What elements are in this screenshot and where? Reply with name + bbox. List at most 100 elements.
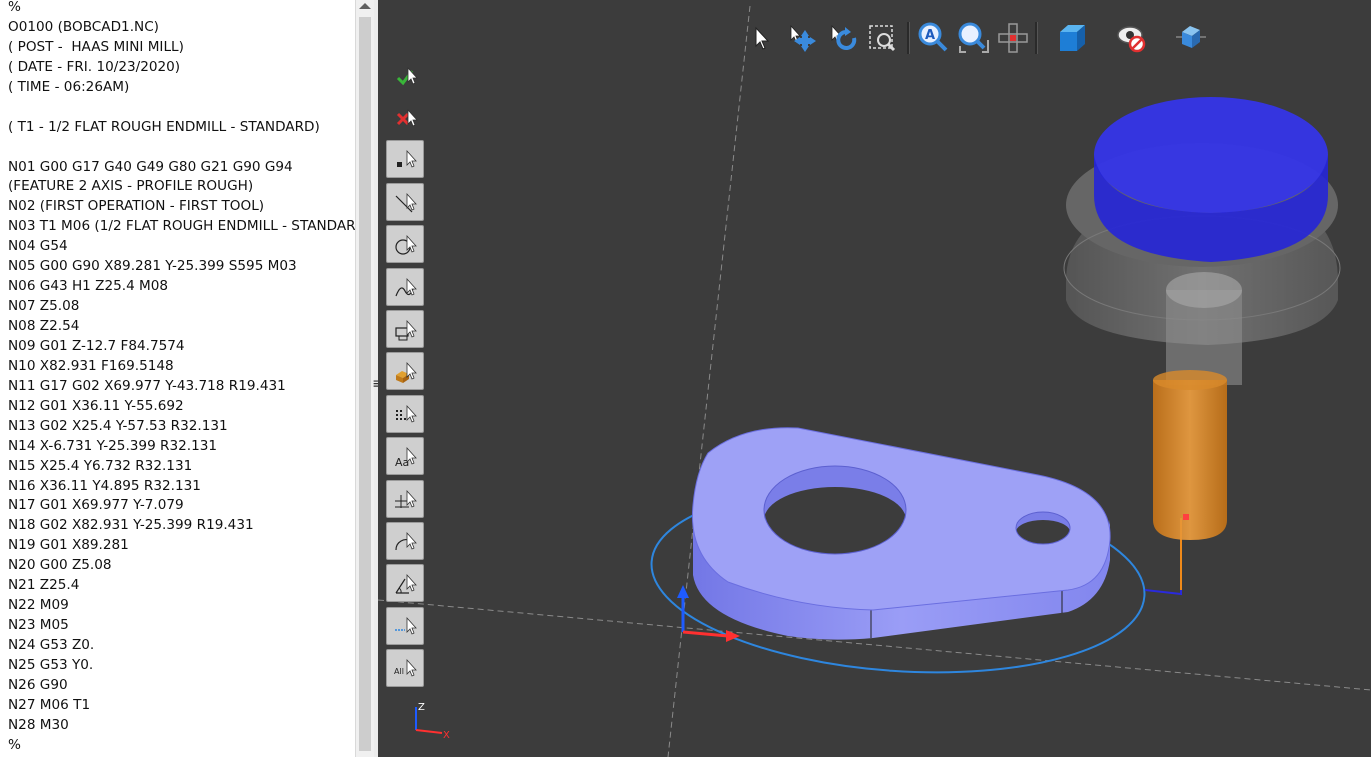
code-line: ( DATE - FRI. 10/23/2020) [8,58,181,75]
select-profile-button[interactable] [386,310,424,348]
code-line: N23 M05 [8,617,69,634]
select-point-button[interactable] [386,140,424,178]
reject-button[interactable] [386,100,424,138]
pan-button[interactable] [785,20,821,56]
select-angle-button[interactable] [386,564,424,602]
select-arrow-button[interactable] [744,20,780,56]
code-line: N26 G90 [8,676,68,693]
code-line: N06 G43 H1 Z25.4 M08 [8,278,169,295]
code-line: ( T1 - 1/2 FLAT ROUGH ENDMILL - STANDARD… [8,118,320,135]
zoom-window-button[interactable] [866,20,902,56]
axis-triad: Z X [415,702,450,741]
select-line-icon [395,192,417,213]
zoom-fit-button[interactable] [956,20,992,56]
select-dimension-icon [395,489,417,508]
code-line: N10 X82.931 F169.5148 [8,357,174,374]
select-text-icon: Aa [395,446,417,469]
toolbar-separator [907,22,910,54]
zoom-window-icon [869,25,896,52]
code-line: N20 G00 Z5.08 [8,557,112,574]
rotate-button[interactable] [826,20,862,56]
code-line: N09 G01 Z-12.7 F84.7574 [8,337,185,354]
toolbar-separator [1035,22,1038,54]
tool-marker [1183,514,1189,520]
scroll-up-icon[interactable] [359,3,371,9]
3d-viewport[interactable]: Aa All Z X A [378,0,1371,757]
select-all-button[interactable]: All [386,649,424,687]
code-line: N02 (FIRST OPERATION - FIRST TOOL) [8,198,265,215]
zoom-fit-icon [958,22,989,53]
code-line: N05 G00 G90 X89.281 Y-25.399 S595 M03 [8,258,297,275]
center-button[interactable] [995,20,1031,56]
nc-code-lines: % O0100 (BOBCAD1.NC) ( POST - HAAS MINI MI… [8,0,355,756]
code-line: N19 G01 X89.281 [8,537,129,554]
select-solid-button[interactable] [386,352,424,390]
svg-text:All: All [394,667,404,676]
select-circle-icon [395,234,417,255]
tool-cutter [1153,380,1227,540]
code-line: N28 M30 [8,716,69,733]
code-line: N15 X25.4 Y6.732 R32.131 [8,457,193,474]
select-curve-button[interactable] [386,268,424,306]
code-line: O0100 (BOBCAD1.NC) [8,18,159,35]
code-line: N22 M09 [8,597,69,614]
tool-holder-top [1094,97,1328,213]
accept-button[interactable] [386,58,424,96]
select-angle-icon [395,573,417,594]
code-line: N27 M06 T1 [8,696,91,713]
code-line: N11 G17 G02 X69.977 Y-43.718 R19.431 [8,377,286,394]
hide-button[interactable] [1114,20,1150,56]
view-cube-icon [1176,26,1206,48]
pan-icon [790,24,816,52]
code-line: N25 G53 Y0. [8,656,94,673]
zoom-button[interactable]: A [916,20,952,56]
select-all-icon: All [394,658,417,677]
code-line: % [8,0,21,15]
code-line: N16 X36.11 Y4.895 R32.131 [8,477,201,494]
center-icon [998,23,1028,53]
nc-code-editor[interactable]: % O0100 (BOBCAD1.NC) ( POST - HAAS MINI MI… [0,0,355,757]
zoom-icon: A [918,22,948,52]
code-line: N12 G01 X36.11 Y-55.692 [8,397,184,414]
code-line: N13 G02 X25.4 Y-57.53 R32.131 [8,417,228,434]
code-line: N03 T1 M06 (1/2 FLAT ROUGH ENDMILL - STA… [8,218,355,235]
accept-icon [396,66,418,86]
select-center-button[interactable] [386,607,424,645]
select-points-button[interactable] [386,395,424,433]
select-dimension-button[interactable] [386,480,424,518]
code-line: (FEATURE 2 AXIS - PROFILE ROUGH) [8,178,254,195]
code-line: N04 G54 [8,238,68,255]
select-circle-button[interactable] [386,225,424,263]
code-line: ( POST - HAAS MINI MILL) [8,38,184,55]
select-line-button[interactable] [386,183,424,221]
reject-icon [396,108,418,127]
grid-axis-y [667,5,751,757]
select-points-icon [396,404,417,423]
axis-x-label: X [443,730,450,741]
svg-text:A: A [925,28,935,43]
select-curve-icon [395,277,417,297]
select-point-icon [397,149,417,168]
select-solid-icon [396,361,417,383]
code-line: N14 X-6.731 Y-25.399 R32.131 [8,437,218,454]
scene-canvas[interactable] [378,0,1371,757]
select-arrow-icon [755,26,770,50]
code-line: N17 G01 X69.977 Y-7.079 [8,497,184,514]
code-line: % [8,736,21,753]
code-line: N24 G53 Z0. [8,637,95,653]
hide-icon [1117,26,1146,53]
rotate-icon [831,24,857,50]
select-text-button[interactable]: Aa [386,437,424,475]
code-line: N01 G00 G17 G40 G49 G80 G21 G90 G94 [8,158,293,175]
select-profile-icon [395,319,417,341]
select-arc-button[interactable] [386,522,424,560]
view-cube-button[interactable] [1172,20,1208,56]
axis-z-label: Z [418,702,425,713]
code-line: ( TIME - 06:26AM) [8,78,130,95]
iso-view-button[interactable] [1054,20,1090,56]
select-center-icon [395,616,417,635]
code-line: N08 Z2.54 [8,318,80,334]
iso-view-icon [1060,25,1085,51]
